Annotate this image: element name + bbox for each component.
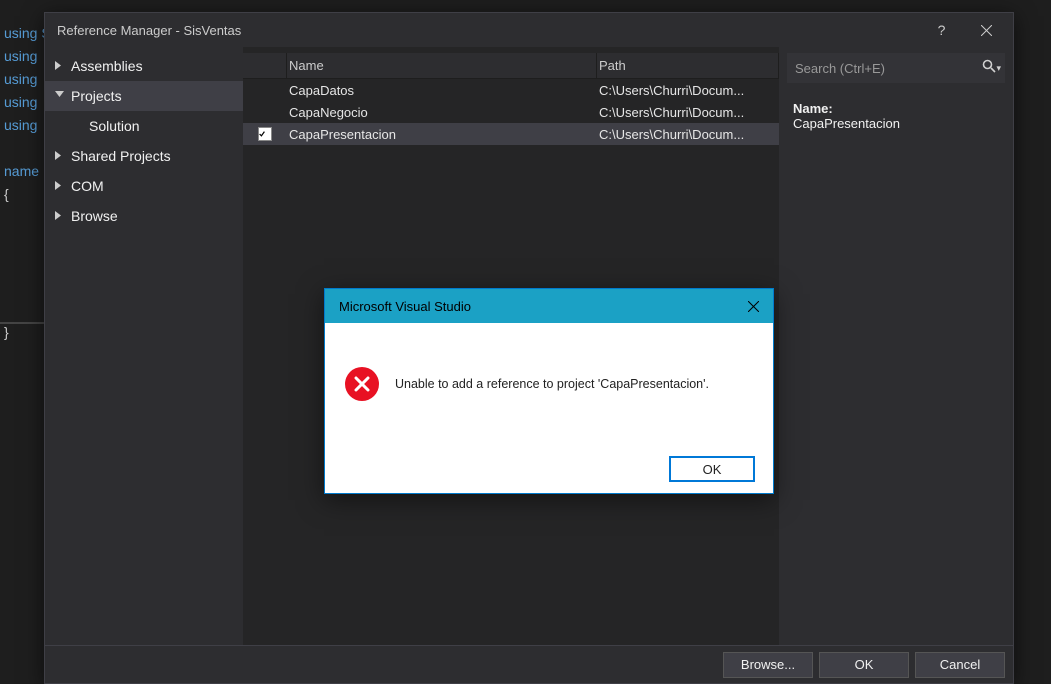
editor-divider <box>0 322 46 324</box>
error-icon <box>345 367 379 401</box>
error-dialog: Microsoft Visual Studio Unable to add a … <box>324 288 774 494</box>
sidebar-item-label: Browse <box>71 208 118 224</box>
sidebar-subitem-label: Solution <box>89 118 140 134</box>
row-name: CapaDatos <box>287 83 597 98</box>
expand-icon <box>55 211 64 220</box>
row-path: C:\Users\Churri\Docum... <box>597 83 779 98</box>
info-name-value: CapaPresentacion <box>793 116 999 131</box>
list-header-check <box>243 53 287 78</box>
list-header: Name Path <box>243 53 779 79</box>
collapse-icon <box>55 91 64 100</box>
sidebar-item-assemblies[interactable]: Assemblies <box>45 51 243 81</box>
editor-line: { <box>4 186 9 202</box>
list-rows: CapaDatos C:\Users\Churri\Docum... CapaN… <box>243 79 779 145</box>
sidebar-item-browse[interactable]: Browse <box>45 201 243 231</box>
sidebar-item-label: Projects <box>71 88 122 104</box>
close-button[interactable] <box>964 15 1009 45</box>
error-dialog-close-button[interactable] <box>743 296 763 316</box>
sidebar-item-shared-projects[interactable]: Shared Projects <box>45 141 243 171</box>
error-message: Unable to add a reference to project 'Ca… <box>395 377 709 391</box>
cancel-button[interactable]: Cancel <box>915 652 1005 678</box>
list-header-path[interactable]: Path <box>597 53 779 78</box>
sidebar-item-projects[interactable]: Projects <box>45 81 243 111</box>
search-input[interactable] <box>787 57 979 80</box>
browse-button[interactable]: Browse... <box>723 652 813 678</box>
info-name-label: Name: <box>793 101 999 116</box>
editor-line: using <box>4 71 37 87</box>
checkbox[interactable] <box>258 127 272 141</box>
list-row[interactable]: CapaNegocio C:\Users\Churri\Docum... <box>243 101 779 123</box>
help-button[interactable]: ? <box>919 15 964 45</box>
details-panel: ▾ Name: CapaPresentacion <box>779 47 1013 645</box>
row-name: CapaNegocio <box>287 105 597 120</box>
expand-icon <box>55 181 64 190</box>
sidebar-item-label: Assemblies <box>71 58 143 74</box>
checkmark-icon <box>259 129 265 139</box>
reference-manager-title: Reference Manager - SisVentas <box>57 23 241 38</box>
error-ok-button[interactable]: OK <box>669 456 755 482</box>
sidebar-item-label: Shared Projects <box>71 148 171 164</box>
row-name: CapaPresentacion <box>287 127 597 142</box>
reference-manager-footer: Browse... OK Cancel <box>45 645 1013 683</box>
expand-icon <box>55 151 64 160</box>
help-icon: ? <box>938 22 946 38</box>
sidebar-subitem-solution[interactable]: Solution <box>45 111 243 141</box>
sidebar-item-com[interactable]: COM <box>45 171 243 201</box>
row-path: C:\Users\Churri\Docum... <box>597 127 779 142</box>
row-path: C:\Users\Churri\Docum... <box>597 105 779 120</box>
search-icon[interactable] <box>979 59 998 78</box>
reference-manager-titlebar[interactable]: Reference Manager - SisVentas ? <box>45 13 1013 47</box>
error-dialog-title: Microsoft Visual Studio <box>339 299 471 314</box>
editor-line: using <box>4 117 37 133</box>
sidebar-item-label: COM <box>71 178 104 194</box>
expand-icon <box>55 61 64 70</box>
error-dialog-titlebar[interactable]: Microsoft Visual Studio <box>325 289 773 323</box>
editor-line: } <box>4 324 9 340</box>
editor-line: using <box>4 94 37 110</box>
list-row[interactable]: CapaPresentacion C:\Users\Churri\Docum..… <box>243 123 779 145</box>
list-row[interactable]: CapaDatos C:\Users\Churri\Docum... <box>243 79 779 101</box>
close-icon <box>981 25 992 36</box>
editor-line: using <box>4 48 37 64</box>
ok-button[interactable]: OK <box>819 652 909 678</box>
editor-line: name <box>4 163 39 179</box>
list-header-name[interactable]: Name <box>287 53 597 78</box>
sidebar: Assemblies Projects Solution Shared Proj… <box>45 47 243 645</box>
search-box[interactable]: ▾ <box>787 53 1005 83</box>
close-icon <box>748 301 759 312</box>
